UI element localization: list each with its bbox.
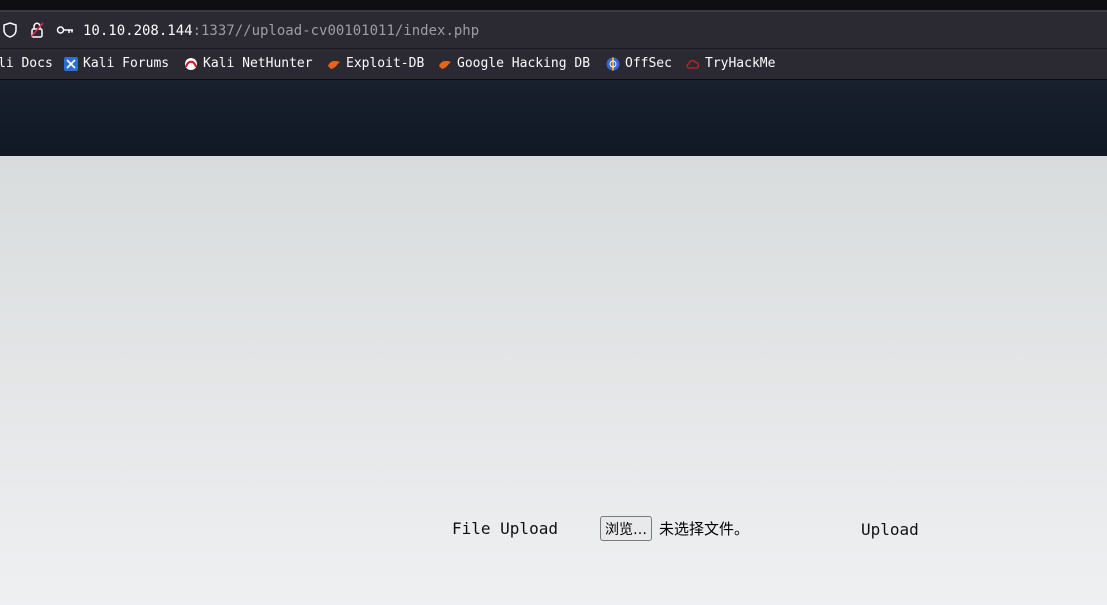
file-upload-label: File Upload	[452, 519, 558, 538]
tryhackme-icon	[686, 57, 700, 71]
bookmark-label: Exploit-DB	[346, 56, 425, 71]
bookmark-label: TryHackMe	[705, 56, 776, 71]
offsec-icon	[606, 57, 620, 71]
google-hacking-db-icon	[438, 57, 452, 71]
bookmark-label: Kali Forums	[83, 56, 170, 71]
kali-forums-icon	[64, 57, 78, 71]
url-host: 10.10.208.144	[83, 23, 193, 39]
shield-icon[interactable]	[2, 21, 18, 39]
site-header	[0, 80, 1107, 156]
bookmark-google-hacking-db[interactable]: Google Hacking DB	[438, 55, 590, 73]
browse-button[interactable]: 浏览…	[600, 516, 652, 541]
bookmark-kali-docs[interactable]: li Docs	[0, 55, 53, 73]
bookmark-kali-forums[interactable]: Kali Forums	[64, 55, 169, 73]
bookmark-tryhackme[interactable]: TryHackMe	[686, 55, 775, 73]
address-bar[interactable]: 10.10.208.144:1337//upload-cv00101011/in…	[0, 12, 1107, 49]
exploit-db-icon	[327, 57, 341, 71]
bookmarks-toolbar: li Docs Kali Forums Kali NetHunter Explo…	[0, 49, 1107, 80]
bookmark-label: Kali NetHunter	[203, 56, 313, 71]
upload-button[interactable]: Upload	[861, 520, 919, 540]
window-top-strip	[0, 0, 1107, 10]
url-path: :1337//upload-cv00101011/index.php	[192, 23, 480, 39]
url-text[interactable]: 10.10.208.144:1337//upload-cv00101011/in…	[83, 22, 479, 40]
bookmark-offsec[interactable]: OffSec	[606, 55, 672, 73]
bookmark-label: OffSec	[625, 56, 672, 71]
bookmark-exploit-db[interactable]: Exploit-DB	[327, 55, 424, 73]
kali-nethunter-icon	[184, 57, 198, 71]
bookmark-kali-nethunter[interactable]: Kali NetHunter	[184, 55, 313, 73]
no-file-selected-text: 未选择文件。	[659, 520, 750, 538]
bookmark-label: li Docs	[0, 56, 53, 71]
bookmark-label: Google Hacking DB	[457, 56, 591, 71]
key-icon[interactable]	[56, 21, 74, 39]
insecure-lock-icon[interactable]	[29, 21, 45, 39]
